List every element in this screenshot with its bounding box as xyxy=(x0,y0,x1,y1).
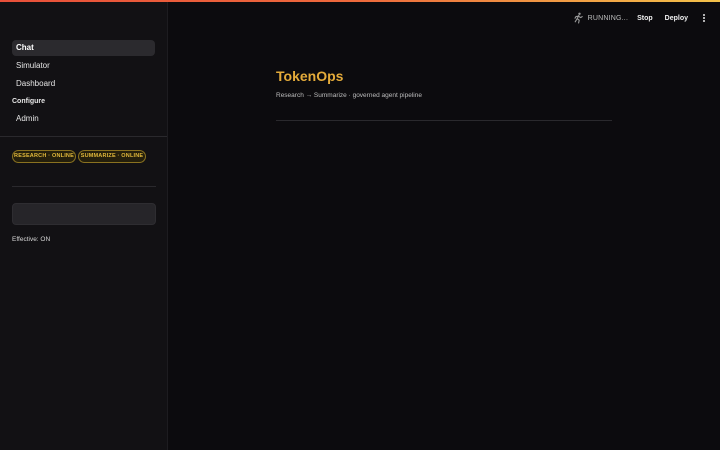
sidebar-item-simulator[interactable]: Simulator xyxy=(12,58,155,74)
section-label-configure: Configure xyxy=(12,98,46,105)
effective-status-text: Effective: ON xyxy=(12,236,51,243)
page-subtitle: Research → Summarize · governed agent pi… xyxy=(276,92,422,99)
sidebar-input[interactable] xyxy=(12,203,156,225)
status-badge-research: RESEARCH · ONLINE xyxy=(12,150,76,163)
sidebar: Chat Simulator Dashboard Configure Admin… xyxy=(0,2,168,450)
main-menu-icon[interactable] xyxy=(702,12,706,24)
sidebar-item-chat[interactable]: Chat xyxy=(12,40,155,56)
running-man-icon xyxy=(574,12,583,24)
app-header-toolbar: RUNNING... Stop Deploy xyxy=(572,10,710,26)
page-title: TokenOps xyxy=(276,68,344,84)
sidebar-divider xyxy=(0,136,167,137)
sidebar-item-admin[interactable]: Admin xyxy=(12,111,155,127)
sidebar-item-dashboard[interactable]: Dashboard xyxy=(12,76,155,92)
status-badge-summarize: SUMMARIZE · ONLINE xyxy=(78,150,146,163)
deploy-button[interactable]: Deploy xyxy=(665,15,688,22)
main-divider xyxy=(276,120,612,121)
sidebar-divider xyxy=(12,186,156,187)
running-status-text: RUNNING... xyxy=(587,14,629,22)
stop-button[interactable]: Stop xyxy=(637,15,653,22)
